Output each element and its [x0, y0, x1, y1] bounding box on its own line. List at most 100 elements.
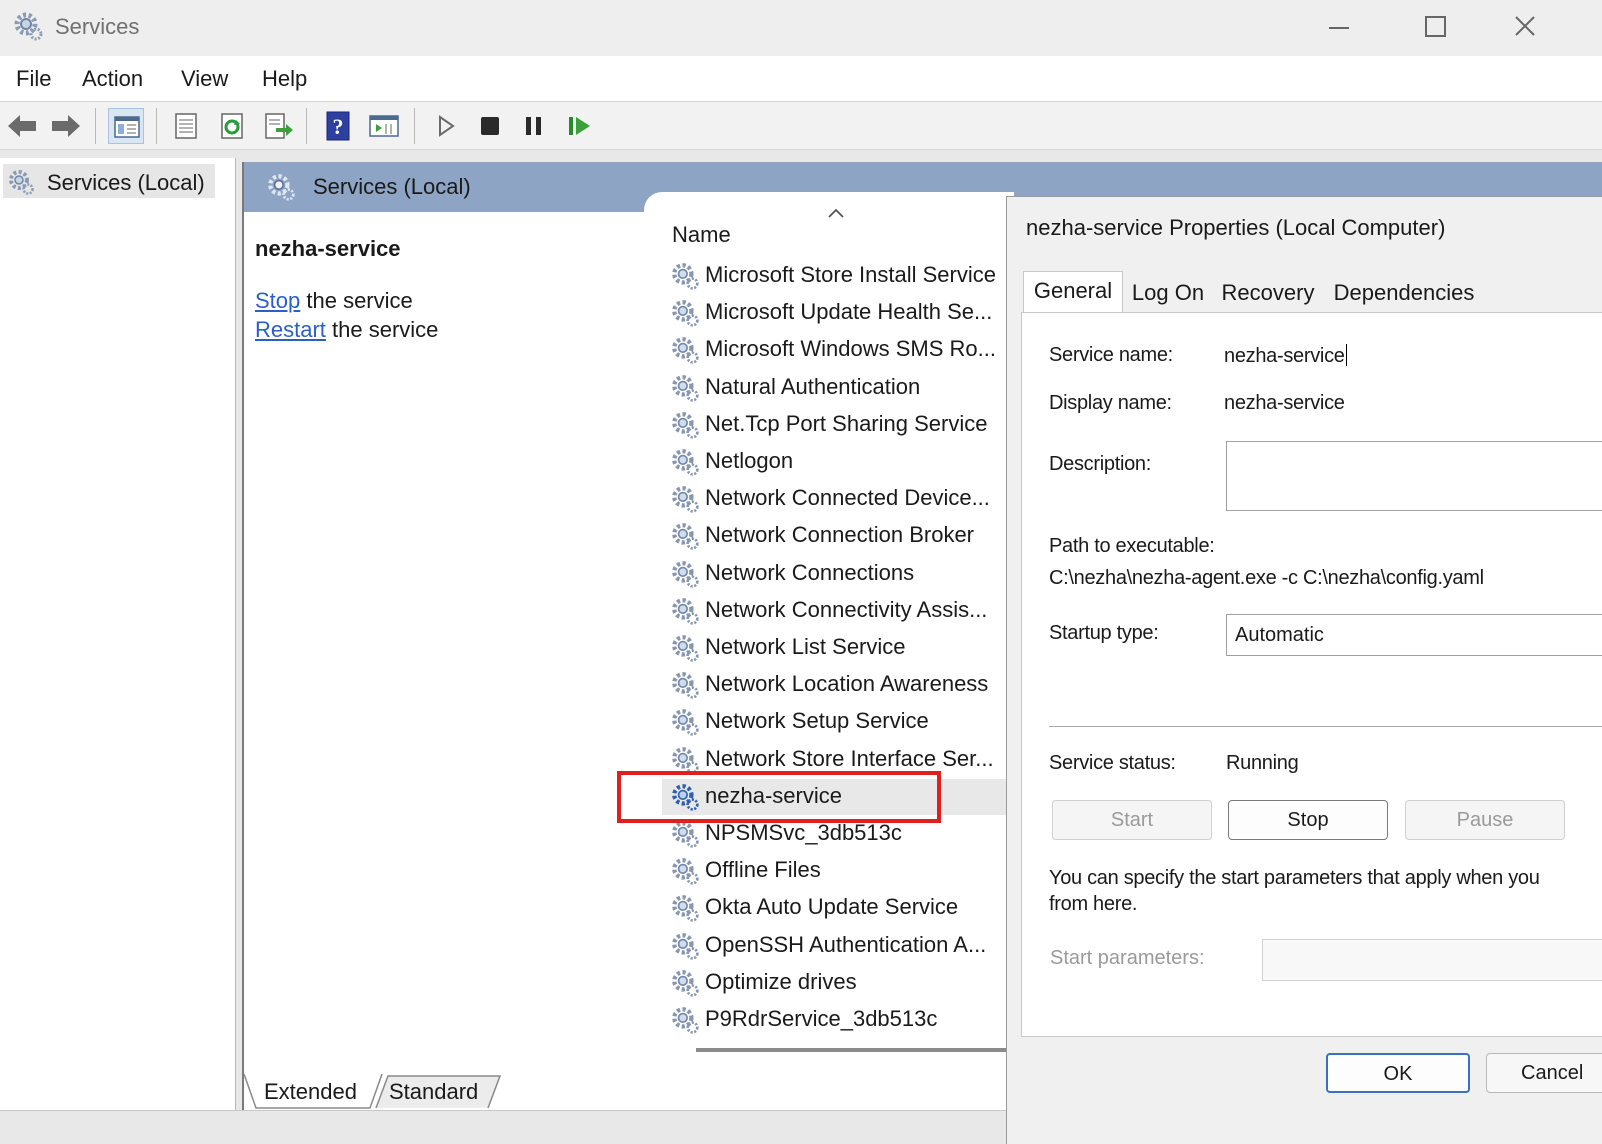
menu-view[interactable]: View — [181, 66, 228, 92]
tree-item-services-local[interactable]: Services (Local) — [3, 164, 215, 198]
restart-service-icon[interactable] — [562, 108, 598, 144]
service-gear-icon — [670, 856, 700, 886]
service-name-value[interactable]: nezha-service — [1224, 344, 1347, 368]
svg-text:?: ? — [333, 114, 344, 139]
sort-ascending-icon — [828, 208, 844, 218]
service-gear-icon — [670, 373, 700, 403]
service-row[interactable]: Network Connections — [666, 556, 1014, 592]
column-header-name[interactable]: Name — [672, 222, 731, 248]
service-row[interactable]: Network Connected Device... — [666, 481, 1014, 517]
tab-general[interactable]: General — [1023, 271, 1123, 313]
service-row[interactable]: Network List Service — [666, 630, 1014, 666]
service-gear-icon — [670, 670, 700, 700]
tab-recovery[interactable]: Recovery — [1213, 277, 1323, 311]
tab-dependencies[interactable]: Dependencies — [1327, 277, 1481, 311]
path-value: C:\nezha\nezha-agent.exe -c C:\nezha\con… — [1049, 567, 1484, 589]
console-tree: Services (Local) — [0, 158, 236, 1110]
service-row[interactable]: Microsoft Store Install Service — [666, 258, 1014, 294]
show-hide-console-tree-icon[interactable] — [108, 108, 144, 144]
pause-service-icon[interactable] — [516, 108, 552, 144]
service-gear-icon — [670, 484, 700, 514]
service-row[interactable]: Network Connectivity Assis... — [666, 593, 1014, 629]
service-gear-icon — [670, 559, 700, 589]
horizontal-scrollbar[interactable] — [696, 1048, 1014, 1052]
stop-button[interactable]: Stop — [1228, 800, 1388, 840]
export-list-icon[interactable] — [260, 108, 296, 144]
service-gear-icon — [670, 707, 700, 737]
general-tab-page — [1021, 312, 1602, 1037]
service-row[interactable]: Network Connection Broker — [666, 518, 1014, 554]
properties-sheet-icon[interactable] — [168, 108, 204, 144]
service-row[interactable]: Microsoft Update Health Se... — [666, 295, 1014, 331]
service-gear-icon — [670, 410, 700, 440]
description-label: Description: — [1049, 453, 1151, 475]
start-service-icon[interactable] — [428, 108, 464, 144]
startup-type-select[interactable]: Automatic — [1226, 614, 1602, 656]
path-label: Path to executable: — [1049, 535, 1215, 557]
start-parameters-label: Start parameters: — [1050, 947, 1205, 969]
service-row[interactable]: Natural Authentication — [666, 370, 1014, 406]
menu-file[interactable]: File — [16, 66, 51, 92]
tab-standard[interactable]: Standard — [389, 1074, 478, 1110]
service-gear-icon — [670, 335, 700, 365]
service-row-label: Network Connected Device... — [705, 485, 990, 511]
action-pane-icon[interactable] — [366, 108, 402, 144]
service-row[interactable]: Offline Files — [666, 853, 1014, 889]
service-row-label: OpenSSH Authentication A... — [705, 931, 987, 957]
service-row-label: Net.Tcp Port Sharing Service — [705, 410, 988, 436]
restart-action: Restart the service — [255, 317, 438, 343]
menu-action[interactable]: Action — [82, 66, 143, 92]
minimize-button[interactable] — [1315, 8, 1359, 46]
service-row-label: Offline Files — [705, 857, 821, 883]
close-button[interactable] — [1502, 8, 1546, 46]
start-parameters-input[interactable] — [1262, 939, 1602, 981]
forward-arrow-icon[interactable] — [48, 108, 84, 144]
toolbar: ? — [0, 102, 1602, 150]
service-status-label: Service status: — [1049, 752, 1176, 774]
service-row[interactable]: Net.Tcp Port Sharing Service — [666, 407, 1014, 443]
service-row-label: Network List Service — [705, 634, 906, 659]
restart-action-text: the service — [325, 317, 439, 342]
refresh-icon[interactable] — [214, 108, 250, 144]
tab-log-on[interactable]: Log On — [1125, 277, 1211, 311]
properties-dialog: nezha-service Properties (Local Computer… — [1006, 196, 1602, 1144]
divider — [1049, 726, 1602, 727]
restart-link[interactable]: Restart — [255, 317, 326, 342]
service-gear-icon — [670, 298, 700, 328]
services-gear-icon — [266, 172, 296, 202]
service-row[interactable]: Optimize drives — [666, 965, 1014, 1001]
back-arrow-icon[interactable] — [4, 108, 40, 144]
service-row[interactable]: Network Setup Service — [666, 704, 1014, 740]
toolbar-separator — [306, 108, 307, 144]
menu-help[interactable]: Help — [262, 66, 307, 92]
service-row-label: Microsoft Update Health Se... — [705, 299, 993, 325]
display-name-value[interactable]: nezha-service — [1224, 392, 1345, 415]
services-gear-icon — [12, 10, 44, 42]
service-row[interactable]: Netlogon — [666, 444, 1014, 480]
service-row[interactable]: Network Location Awareness — [666, 667, 1014, 703]
maximize-button[interactable] — [1412, 8, 1456, 46]
services-gear-icon — [7, 168, 35, 196]
tab-extended[interactable]: Extended — [264, 1074, 357, 1110]
stop-link[interactable]: Stop — [255, 288, 300, 313]
service-row-label: Netlogon — [705, 448, 794, 473]
service-row-label: Network Connectivity Assis... — [705, 596, 988, 622]
service-row[interactable]: Microsoft Windows SMS Ro... — [666, 332, 1014, 368]
help-icon[interactable]: ? — [320, 108, 356, 144]
service-gear-icon — [670, 931, 700, 961]
description-area: nezha-service Stop the service Restart t… — [244, 212, 644, 1072]
service-row[interactable]: Okta Auto Update Service — [666, 890, 1014, 926]
service-row-label: Network Store Interface Ser... — [705, 745, 994, 771]
stop-service-icon[interactable] — [472, 108, 508, 144]
service-row-label: Okta Auto Update Service — [705, 894, 959, 920]
service-row[interactable]: OpenSSH Authentication A... — [666, 928, 1014, 964]
service-row[interactable]: P9RdrService_3db513c — [666, 1002, 1014, 1038]
start-button[interactable]: Start — [1052, 800, 1212, 840]
service-row-label: P9RdrService_3db513c — [705, 1006, 938, 1031]
startup-type-label: Startup type: — [1049, 622, 1159, 644]
ok-button[interactable]: OK — [1326, 1053, 1470, 1093]
cancel-button[interactable]: Cancel — [1486, 1053, 1602, 1093]
description-field[interactable] — [1226, 441, 1602, 511]
service-gear-icon — [670, 1005, 700, 1035]
pause-button[interactable]: Pause — [1405, 800, 1565, 840]
